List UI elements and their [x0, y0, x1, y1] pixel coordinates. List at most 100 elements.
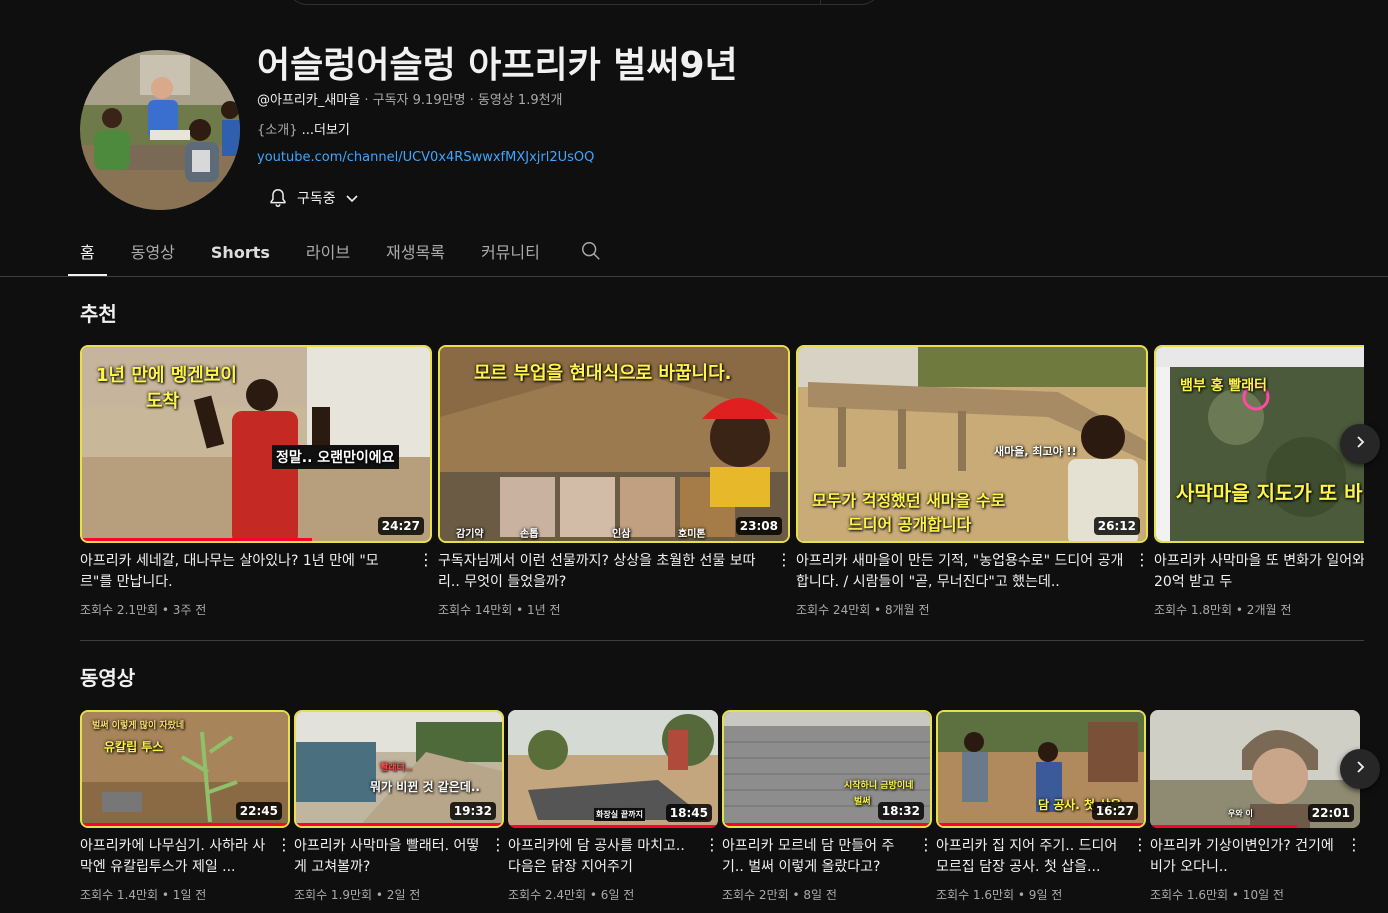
video-meta: 조회수 1.4만회 • 1일 전 [80, 888, 207, 902]
tab-playlists[interactable]: 재생목록 [386, 231, 445, 275]
more-options-icon[interactable]: ⋮ [418, 551, 434, 571]
more-options-icon[interactable]: ⋮ [1346, 836, 1362, 856]
more-options-icon[interactable]: ⋮ [918, 836, 934, 856]
thumbnail-caption: 빨래터.. [380, 763, 412, 773]
tab-community[interactable]: 커뮤니티 [481, 231, 540, 275]
thumbnail-caption: 손톱 [520, 529, 539, 540]
video-title[interactable]: 아프리카 사막마을 빨래터. 어떻게 고쳐볼까? [294, 836, 504, 878]
subscribed-label: 구독중 [297, 191, 336, 207]
video-card[interactable]: 모르 부업을 현대식으로 바꿉니다. 감기약 손톱 인삼 호미톤 23:08 구… [438, 345, 792, 618]
tab-shorts[interactable]: Shorts [211, 231, 270, 275]
more-options-icon[interactable]: ⋮ [776, 551, 792, 571]
video-title[interactable]: 아프리카에 나무심기. 사하라 사막엔 유칼립투스가 제일 ... [80, 836, 290, 878]
thumbnail-caption: 드디어 공개합니다 [848, 515, 972, 534]
video-card[interactable]: 1년 만에 멩겐보이 도착 정말.. 오랜만이에요 24:27 아프리카 세네갈… [80, 345, 434, 618]
video-duration: 22:01 [1307, 804, 1354, 822]
video-thumbnail[interactable]: 화장실 끝까지 18:45 [508, 710, 718, 828]
video-title-text: 아프리카 모르네 담 만들어 주기.. 벌써 이렇게 올랐다고? [722, 838, 895, 875]
tab-live[interactable]: 라이브 [306, 231, 350, 275]
video-card[interactable]: 벌써 이렇게 많이 자랐네 유칼립 투스 22:45 아프리카에 나무심기. 사… [80, 710, 292, 903]
video-card[interactable]: 시작하니 금방이네 벌써 18:32 아프리카 모르네 담 만들어 주기.. 벌… [722, 710, 934, 903]
video-title-text: 아프리카에 담 공사를 마치고.. 다음은 닭장 지어주기 [508, 838, 685, 875]
more-options-icon[interactable]: ⋮ [1134, 551, 1150, 571]
video-meta: 조회수 1.9만회 • 2일 전 [294, 888, 421, 902]
video-title[interactable]: 아프리카에 담 공사를 마치고.. 다음은 닭장 지어주기 [508, 836, 718, 878]
thumbnail-caption: 감기약 [456, 529, 484, 540]
video-title-text: 아프리카 집 지어 주기.. 드디어 모르집 담장 공사. 첫 삽을... [936, 838, 1118, 875]
video-card[interactable]: 화장실 끝까지 18:45 아프리카에 담 공사를 마치고.. 다음은 닭장 지… [508, 710, 720, 903]
video-card[interactable]: 새마을, 최고야 !! 모두가 걱정했던 새마을 수로 드디어 공개합니다 26… [796, 345, 1150, 618]
video-card[interactable]: 빨래터.. 뭐가 비뀐 것 같은데.. 19:32 아프리카 사막마을 빨래터.… [294, 710, 506, 903]
section-divider [80, 640, 1364, 641]
video-card[interactable]: 우와 이 22:01 아프리카 기상이변인가? 건기에 비가 오다니.. ⋮ 조… [1150, 710, 1362, 903]
thumbnail-caption: 1년 만에 멩겐보이 [96, 365, 237, 386]
video-thumbnail[interactable]: 우와 이 22:01 [1150, 710, 1360, 828]
video-meta: 조회수 1.6만회 • 10일 전 [1150, 888, 1284, 902]
channel-description[interactable]: {소개} ...더보기 [257, 119, 350, 138]
video-title[interactable]: 아프리카 사막마을 또 변화가 일어와서). / 홍쌤 빨래터 / 20억 받고… [1154, 551, 1364, 593]
tab-videos[interactable]: 동영상 [131, 231, 175, 275]
video-title-text: 아프리카 기상이변인가? 건기에 비가 오다니.. [1150, 838, 1334, 875]
thumbnail-caption: 사막마을 지도가 또 바 [1176, 481, 1363, 505]
video-thumbnail[interactable]: 시작하니 금방이네 벌써 18:32 [722, 710, 932, 828]
video-duration: 24:27 [377, 517, 424, 535]
channel-tabs: 홈 동영상 Shorts 라이브 재생목록 커뮤니티 [68, 230, 602, 276]
thumbnail-caption: 정말.. 오랜만이에요 [272, 445, 399, 469]
section-title-videos: 동영상 [80, 666, 136, 690]
chevron-right-icon [1352, 759, 1368, 779]
video-thumbnail[interactable]: 담 공사. 첫 삽을 16:27 [936, 710, 1146, 828]
video-title[interactable]: 아프리카 모르네 담 만들어 주기.. 벌써 이렇게 올랐다고? [722, 836, 932, 878]
thumbnail-caption: 호미톤 [678, 529, 706, 540]
video-thumbnail[interactable]: 벌써 이렇게 많이 자랐네 유칼립 투스 22:45 [80, 710, 290, 828]
watch-progress [82, 538, 312, 541]
more-options-icon[interactable]: ⋮ [1132, 836, 1148, 856]
more-options-icon[interactable]: ⋮ [490, 836, 506, 856]
video-meta: 조회수 2만회 • 8일 전 [722, 888, 837, 902]
subscribed-button[interactable]: 구독중 [257, 180, 374, 216]
more-options-icon[interactable]: ⋮ [704, 836, 720, 856]
more-options-icon[interactable]: ⋮ [276, 836, 292, 856]
watch-progress [938, 823, 1144, 826]
channel-link[interactable]: youtube.com/channel/UCV0x4RSwwxfMXJxjrl2… [257, 150, 594, 165]
channel-avatar[interactable] [80, 50, 240, 210]
search-icon[interactable] [580, 240, 602, 266]
video-duration: 18:45 [665, 804, 712, 822]
more-link[interactable]: ...더보기 [297, 123, 350, 138]
thumbnail-caption: 인삼 [612, 529, 631, 540]
watch-progress [508, 825, 718, 828]
carousel-next-button[interactable] [1340, 424, 1380, 464]
avatar-image [80, 50, 240, 210]
channel-title: 어슬렁어슬렁 아프리카 벌써9년 [257, 45, 738, 86]
carousel-next-button[interactable] [1340, 749, 1380, 789]
video-title-text: 아프리카 새마을이 만든 기적, "농업용수로" 드디어 공개합니다. / 시람… [796, 553, 1124, 590]
video-meta: 조회수 24만회 • 8개월 전 [796, 603, 930, 617]
video-title-text: 아프리카 세네갈, 대나무는 살아있나? 1년 만에 "모르"를 만납니다. [80, 553, 379, 590]
thumbnail-caption: 뭐가 비뀐 것 같은데.. [370, 780, 480, 794]
tab-home[interactable]: 홈 [68, 231, 107, 276]
recommended-row: 1년 만에 멩겐보이 도착 정말.. 오랜만이에요 24:27 아프리카 세네갈… [80, 345, 1364, 625]
thumbnail-caption: 벌써 이렇게 많이 자랐네 [92, 721, 185, 731]
video-title[interactable]: 구독자님께서 이런 선물까지? 상상을 초월한 선물 보따리.. 무엇이 들었을… [438, 551, 790, 593]
search-bar-edge[interactable] [287, 0, 881, 5]
channel-handle: @아프리카_새마을 [257, 93, 361, 108]
video-duration: 18:32 [877, 802, 924, 820]
video-thumbnail[interactable]: 모르 부업을 현대식으로 바꿉니다. 감기약 손톱 인삼 호미톤 23:08 [438, 345, 790, 543]
video-thumbnail[interactable]: 새마을, 최고야 !! 모두가 걱정했던 새마을 수로 드디어 공개합니다 26… [796, 345, 1148, 543]
video-card[interactable]: 담 공사. 첫 삽을 16:27 아프리카 집 지어 주기.. 드디어 모르집 … [936, 710, 1148, 903]
search-divider [820, 0, 821, 5]
thumbnail-caption: 도착 [146, 391, 180, 412]
video-title[interactable]: 아프리카 세네갈, 대나무는 살아있나? 1년 만에 "모르"를 만납니다. [80, 551, 432, 593]
description-text: {소개} [257, 123, 298, 138]
video-card[interactable]: 뱀부 홍 빨래터 사막마을 지도가 또 바 아프리카 사막마을 또 변화가 일어… [1154, 345, 1364, 618]
video-thumbnail[interactable]: 1년 만에 멩겐보이 도착 정말.. 오랜만이에요 24:27 [80, 345, 432, 543]
video-meta: 조회수 1.6만회 • 9일 전 [936, 888, 1063, 902]
video-thumbnail[interactable]: 빨래터.. 뭐가 비뀐 것 같은데.. 19:32 [294, 710, 504, 828]
video-title[interactable]: 아프리카 새마을이 만든 기적, "농업용수로" 드디어 공개합니다. / 시람… [796, 551, 1148, 593]
thumbnail-caption: 모두가 걱정했던 새마을 수로 [812, 491, 1006, 510]
video-thumbnail[interactable]: 뱀부 홍 빨래터 사막마을 지도가 또 바 [1154, 345, 1364, 543]
thumbnail-caption: 새마을, 최고야 !! [994, 445, 1077, 458]
thumbnail-caption: 모르 부업을 현대식으로 바꿉니다. [474, 363, 732, 384]
video-title[interactable]: 아프리카 기상이변인가? 건기에 비가 오다니.. [1150, 836, 1360, 878]
video-title[interactable]: 아프리카 집 지어 주기.. 드디어 모르집 담장 공사. 첫 삽을... [936, 836, 1146, 878]
watch-progress [82, 823, 288, 826]
